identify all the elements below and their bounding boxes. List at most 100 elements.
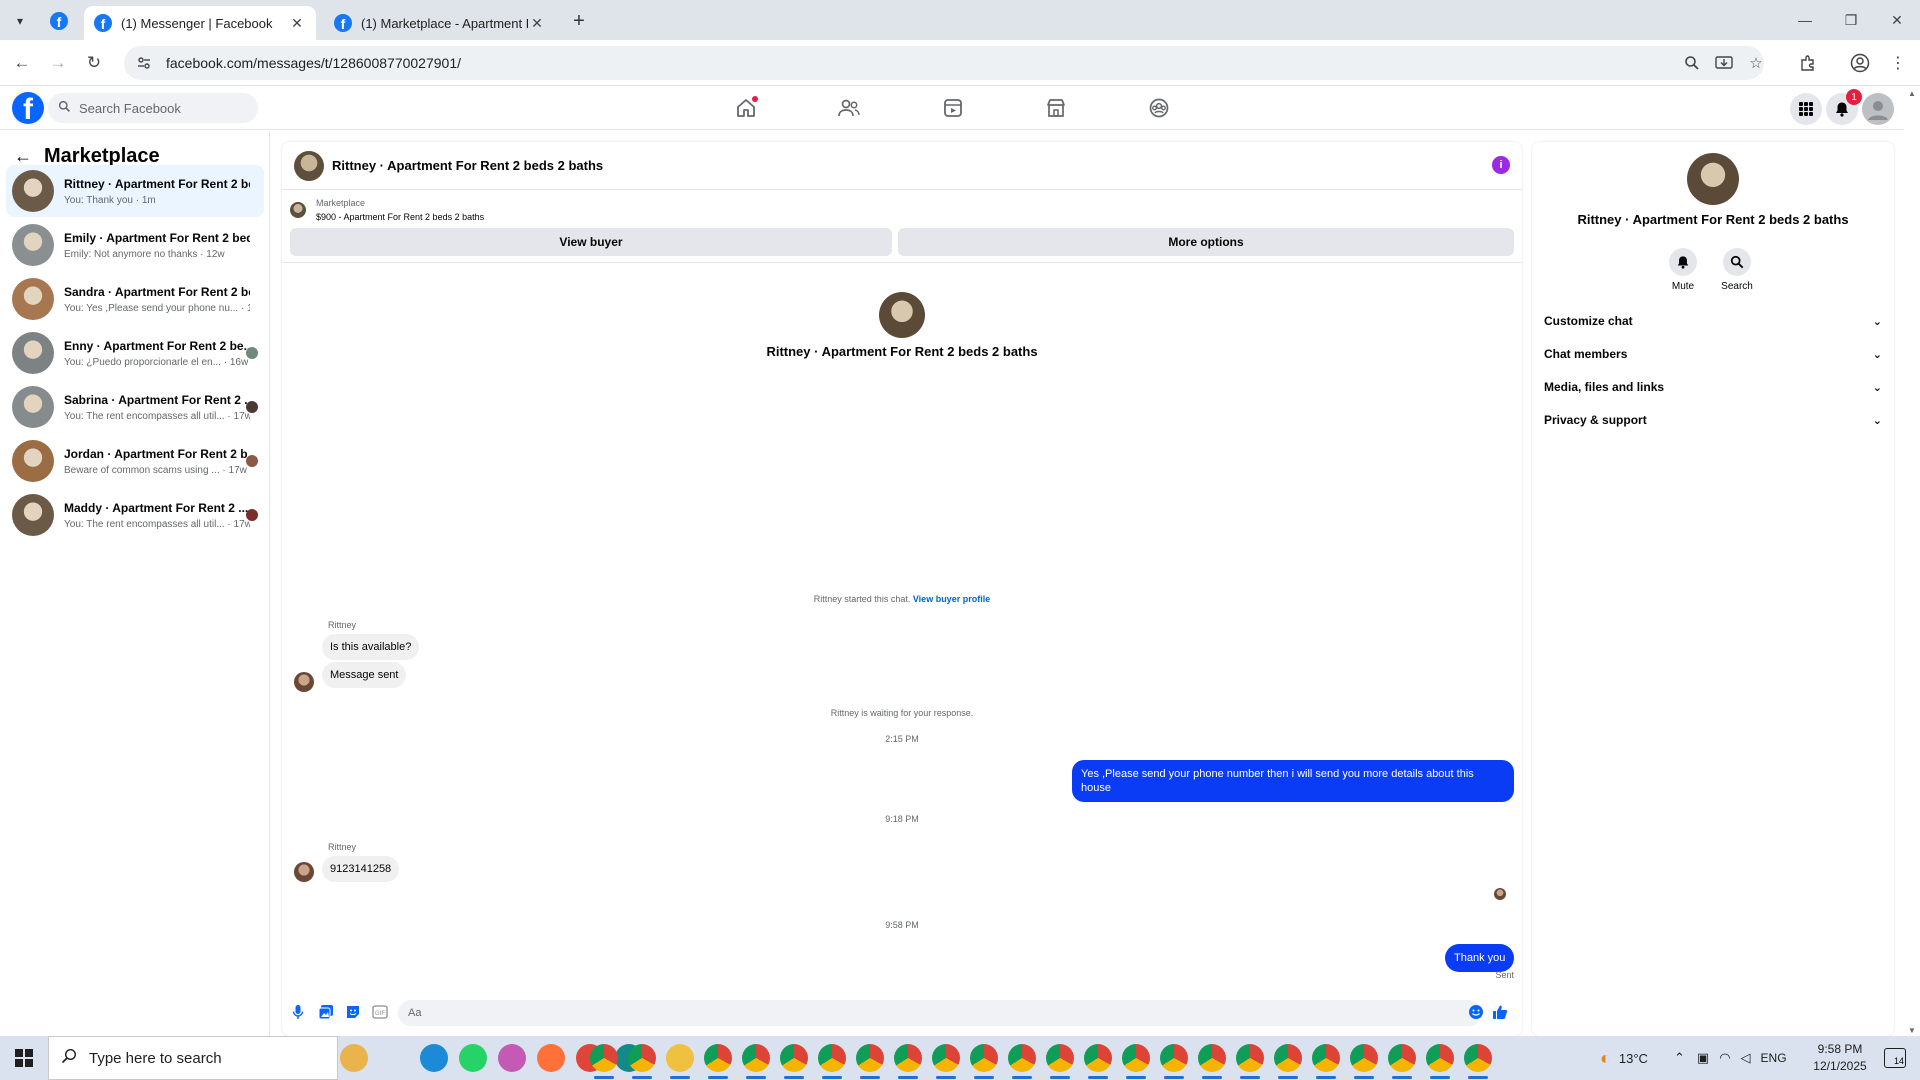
whatsapp-icon[interactable]: [459, 1044, 487, 1072]
chrome-window-icon[interactable]: [1198, 1044, 1226, 1079]
contact-avatar-large[interactable]: [879, 292, 925, 338]
back-arrow-icon[interactable]: ←: [14, 146, 32, 167]
chrome-window-icon[interactable]: [1312, 1044, 1340, 1079]
zoom-icon[interactable]: [1680, 51, 1704, 75]
info-icon[interactable]: i: [1492, 156, 1510, 174]
sender-avatar[interactable]: [294, 862, 314, 882]
tab-search-dropdown-icon[interactable]: ▾: [8, 9, 32, 33]
network-icon[interactable]: ◠: [1719, 1050, 1730, 1066]
tab-messenger[interactable]: f (1) Messenger | Facebook ✕: [84, 6, 316, 40]
new-tab-button[interactable]: +: [566, 8, 592, 34]
chrome-window-icon[interactable]: [628, 1044, 656, 1079]
apps-menu-icon[interactable]: [1790, 93, 1822, 125]
folder-icon[interactable]: [666, 1044, 694, 1079]
sender-avatar[interactable]: [294, 672, 314, 692]
photo-icon[interactable]: [316, 1002, 336, 1022]
search-conversation-button[interactable]: Search: [1712, 248, 1762, 292]
friends-nav-icon[interactable]: [833, 93, 865, 123]
window-close-icon[interactable]: ✕: [1882, 8, 1912, 32]
like-thumb-icon[interactable]: [1490, 1002, 1510, 1022]
conversation-item[interactable]: Jordan · Apartment For Rent 2 b... Beware…: [6, 435, 264, 487]
conversation-item[interactable]: Maddy · Apartment For Rent 2 ... You: The…: [6, 489, 264, 541]
chrome-window-icon[interactable]: [742, 1044, 770, 1079]
notifications-bell-icon[interactable]: 1: [1826, 89, 1862, 125]
section-chat-members[interactable]: Chat members ⌄: [1544, 341, 1882, 367]
volume-icon[interactable]: ◁: [1741, 1050, 1751, 1066]
language-indicator[interactable]: ENG: [1761, 1051, 1787, 1065]
restore-icon[interactable]: ❐: [1836, 8, 1866, 32]
chrome-window-icon[interactable]: [1046, 1044, 1074, 1079]
chrome-window-icon[interactable]: [704, 1044, 732, 1079]
chrome-window-icon[interactable]: [1388, 1044, 1416, 1079]
weather-widget[interactable]: ◐ 13°C: [1600, 1036, 1648, 1080]
outgoing-message[interactable]: Yes ,Please send your phone number then …: [1072, 760, 1514, 802]
chrome-window-icon[interactable]: [894, 1044, 922, 1079]
chrome-window-icon[interactable]: [1236, 1044, 1264, 1079]
groups-nav-icon[interactable]: [1143, 93, 1175, 123]
conversation-item[interactable]: Sandra · Apartment For Rent 2 be... You: …: [6, 273, 264, 325]
conversation-item[interactable]: Enny · Apartment For Rent 2 be... You: ¿P…: [6, 327, 264, 379]
taskbar-search-box[interactable]: Type here to search: [48, 1036, 338, 1080]
pinned-facebook-tab[interactable]: f: [46, 8, 72, 34]
install-app-icon[interactable]: [1712, 51, 1736, 75]
chrome-window-icon[interactable]: [1274, 1044, 1302, 1079]
more-options-button[interactable]: More options: [898, 228, 1514, 256]
back-icon[interactable]: ←: [10, 51, 34, 75]
chrome-window-icon[interactable]: [1122, 1044, 1150, 1079]
chrome-window-icon[interactable]: [780, 1044, 808, 1079]
snipping-tool-icon[interactable]: [498, 1044, 526, 1072]
chrome-window-icon[interactable]: [1426, 1044, 1454, 1079]
scroll-down-arrow-icon[interactable]: ▼: [1908, 1026, 1916, 1035]
chrome-window-icon[interactable]: [1008, 1044, 1036, 1079]
info-avatar[interactable]: [1687, 153, 1739, 205]
chat-title[interactable]: Rittney · Apartment For Rent 2 beds 2 ba…: [332, 158, 603, 173]
firefox-icon[interactable]: [537, 1044, 565, 1072]
minimize-icon[interactable]: —: [1790, 8, 1820, 32]
bookmark-star-icon[interactable]: ☆: [1744, 51, 1768, 75]
incoming-message[interactable]: Message sent: [322, 662, 407, 688]
gif-icon[interactable]: GIF: [370, 1002, 390, 1022]
show-hidden-icons-icon[interactable]: ⌃: [1674, 1050, 1685, 1066]
site-info-icon[interactable]: [134, 53, 154, 73]
chrome-window-icon[interactable]: [856, 1044, 884, 1079]
chrome-window-icon[interactable]: [932, 1044, 960, 1079]
chrome-window-icon[interactable]: [818, 1044, 846, 1079]
section-media-files-links[interactable]: Media, files and links ⌄: [1544, 374, 1882, 400]
edge-browser-icon[interactable]: [420, 1044, 448, 1072]
incoming-message[interactable]: 9123141258: [322, 856, 400, 882]
tab-marketplace[interactable]: f (1) Marketplace - Apartment For Rent 2…: [324, 6, 556, 40]
chrome-window-icon[interactable]: [970, 1044, 998, 1079]
notification-center-icon[interactable]: 14: [1884, 1048, 1906, 1068]
chrome-window-icon[interactable]: [1350, 1044, 1378, 1079]
view-buyer-profile-link[interactable]: View buyer profile: [913, 594, 990, 604]
chrome-window-icon[interactable]: [590, 1044, 618, 1079]
camera-icon[interactable]: ▣: [1697, 1050, 1709, 1066]
emoji-icon[interactable]: [1466, 1002, 1486, 1022]
view-buyer-button[interactable]: View buyer: [290, 228, 892, 256]
chrome-window-icon[interactable]: [1084, 1044, 1112, 1079]
address-bar[interactable]: facebook.com/messages/t/1286008770027901…: [124, 46, 1764, 80]
extensions-icon[interactable]: [1796, 51, 1820, 75]
account-avatar[interactable]: [1862, 93, 1894, 125]
chrome-window-icon[interactable]: [1464, 1044, 1492, 1079]
chrome-window-icon[interactable]: [1160, 1044, 1188, 1079]
tab-close-icon[interactable]: ✕: [288, 15, 306, 32]
listing-summary[interactable]: Marketplace $900 - Apartment For Rent 2 …: [290, 196, 484, 224]
page-scrollbar[interactable]: ▲ ▼: [1904, 87, 1920, 1037]
chat-avatar[interactable]: [294, 150, 324, 181]
taskbar-clock[interactable]: 9:58 PM 12/1/2025: [1800, 1041, 1880, 1075]
file-explorer-widget-icon[interactable]: [340, 1044, 368, 1072]
conversation-item[interactable]: Emily · Apartment For Rent 2 beds... Emil…: [6, 219, 264, 271]
profile-icon[interactable]: [1848, 51, 1872, 75]
conversation-item[interactable]: Rittney · Apartment For Rent 2 be... You:…: [6, 165, 264, 217]
home-nav-icon[interactable]: [730, 93, 762, 123]
incoming-message[interactable]: Is this available?: [322, 634, 420, 660]
browser-menu-icon[interactable]: ⋮: [1886, 51, 1910, 75]
reload-icon[interactable]: ↻: [82, 51, 106, 75]
section-customize-chat[interactable]: Customize chat ⌄: [1544, 308, 1882, 334]
message-input[interactable]: [398, 1000, 1482, 1026]
microphone-icon[interactable]: [288, 1002, 308, 1022]
section-privacy-support[interactable]: Privacy & support ⌄: [1544, 407, 1882, 433]
video-nav-icon[interactable]: [937, 93, 969, 123]
forward-icon[interactable]: →: [46, 51, 70, 75]
